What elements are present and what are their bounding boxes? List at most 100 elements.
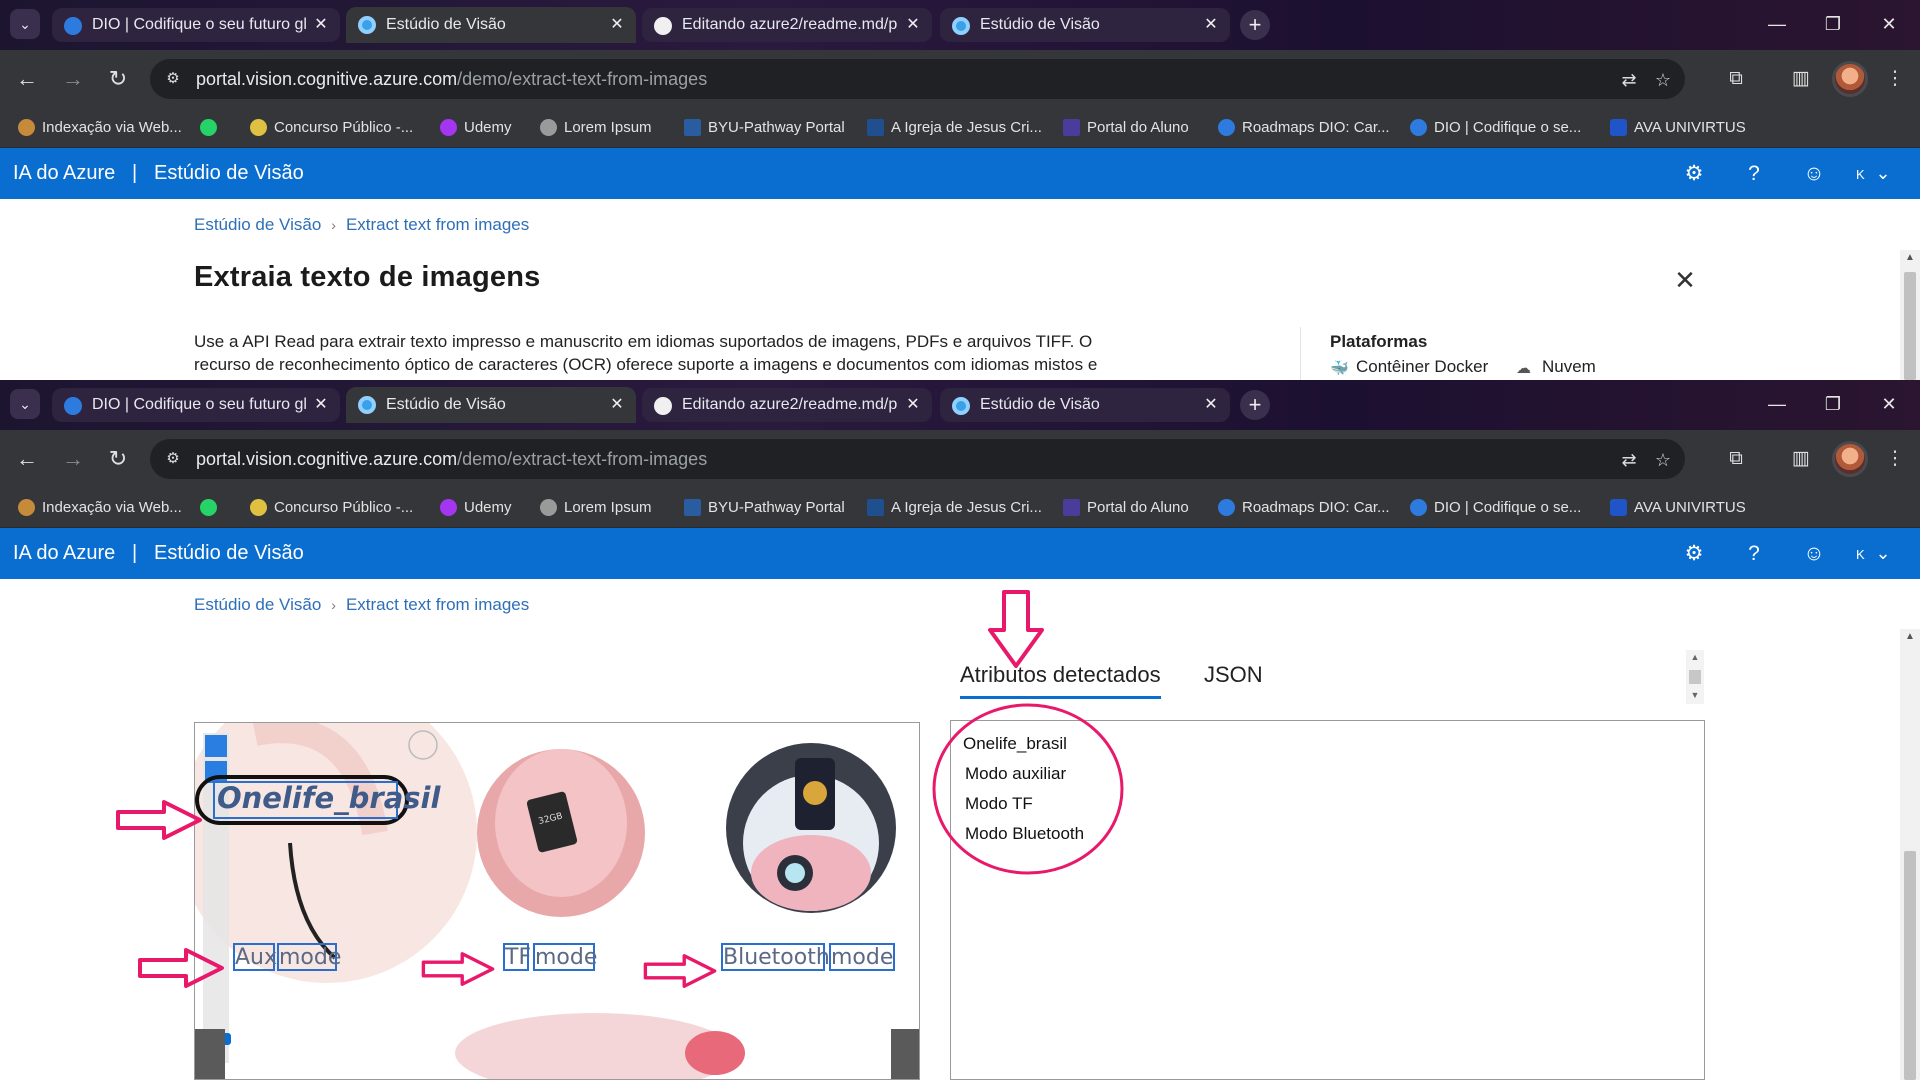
- help-icon[interactable]: ?: [1740, 160, 1768, 188]
- bookmark[interactable]: A Igreja de Jesus Cri...: [867, 108, 1042, 148]
- tab-json[interactable]: JSON: [1204, 662, 1263, 688]
- tabs-scrollbar[interactable]: ▲ ▼: [1686, 650, 1704, 704]
- menu-icon[interactable]: ⋮: [1880, 64, 1910, 94]
- bookmark[interactable]: BYU-Pathway Portal: [684, 488, 845, 528]
- scroll-up-icon[interactable]: ▲: [1900, 252, 1920, 263]
- side-panel-icon[interactable]: ▥: [1786, 64, 1816, 94]
- close-icon[interactable]: ✕: [606, 387, 628, 423]
- star-icon[interactable]: ☆: [1650, 447, 1676, 473]
- bookmark-icon: [250, 119, 267, 136]
- menu-icon[interactable]: ⋮: [1880, 444, 1910, 474]
- close-icon[interactable]: ✕: [1672, 267, 1698, 293]
- close-icon[interactable]: ✕: [606, 7, 628, 43]
- bookmark[interactable]: Indexação via Web...: [18, 108, 182, 148]
- tab-estudio-2[interactable]: Estúdio de Visão ✕: [940, 388, 1230, 422]
- star-icon[interactable]: ☆: [1650, 67, 1676, 93]
- breadcrumb-current[interactable]: Extract text from images: [346, 595, 529, 614]
- bookmark[interactable]: AVA UNIVIRTUS: [1610, 108, 1746, 148]
- back-icon[interactable]: ←: [12, 64, 42, 94]
- close-icon[interactable]: ✕: [1200, 388, 1222, 422]
- gear-icon[interactable]: ⚙: [1680, 160, 1708, 188]
- address-bar[interactable]: ⚙ portal.vision.cognitive.azure.com/demo…: [150, 59, 1685, 99]
- bookmark[interactable]: DIO | Codifique o se...: [1410, 108, 1581, 148]
- new-tab-button[interactable]: +: [1240, 10, 1270, 40]
- studio-link[interactable]: Estúdio de Visão: [154, 528, 304, 579]
- bookmark[interactable]: Portal do Aluno: [1063, 108, 1189, 148]
- reload-icon[interactable]: ↻: [103, 64, 133, 94]
- site-settings-icon[interactable]: ⚙: [162, 448, 184, 470]
- user-menu[interactable]: K ⌄: [1856, 528, 1891, 580]
- tab-github[interactable]: Editando azure2/readme.md/pr ✕: [642, 8, 932, 42]
- extensions-icon[interactable]: ⧉: [1721, 64, 1751, 94]
- tab-dio[interactable]: DIO | Codifique o seu futuro global ✕: [52, 388, 340, 422]
- scroll-thumb[interactable]: [1904, 272, 1916, 380]
- feedback-smiley-icon[interactable]: ☺: [1800, 540, 1828, 568]
- brand-link[interactable]: IA do Azure: [13, 528, 115, 579]
- minimize-icon[interactable]: —: [1754, 9, 1800, 39]
- translate-icon[interactable]: ⇄: [1616, 447, 1642, 473]
- translate-icon[interactable]: ⇄: [1616, 67, 1642, 93]
- bookmark[interactable]: Udemy: [440, 488, 512, 528]
- forward-icon[interactable]: →: [58, 64, 88, 94]
- bookmark[interactable]: DIO | Codifique o se...: [1410, 488, 1581, 528]
- close-window-icon[interactable]: ✕: [1866, 9, 1912, 39]
- feedback-smiley-icon[interactable]: ☺: [1800, 160, 1828, 188]
- forward-icon[interactable]: →: [58, 444, 88, 474]
- page-scrollbar[interactable]: ▲: [1900, 629, 1920, 1080]
- brand-link[interactable]: IA do Azure: [13, 148, 115, 199]
- bookmark[interactable]: Concurso Público -...: [250, 488, 413, 528]
- close-icon[interactable]: ✕: [310, 8, 332, 42]
- new-tab-button[interactable]: +: [1240, 390, 1270, 420]
- studio-link[interactable]: Estúdio de Visão: [154, 148, 304, 199]
- bookmark[interactable]: Lorem Ipsum: [540, 488, 652, 528]
- bookmark[interactable]: Udemy: [440, 108, 512, 148]
- page-scrollbar[interactable]: ▲: [1900, 250, 1920, 380]
- side-panel-icon[interactable]: ▥: [1786, 444, 1816, 474]
- tab-detected-attributes[interactable]: Atributos detectados: [960, 662, 1161, 699]
- close-icon[interactable]: ✕: [902, 8, 924, 42]
- breadcrumb-current[interactable]: Extract text from images: [346, 215, 529, 234]
- restore-icon[interactable]: ❐: [1810, 9, 1856, 39]
- breadcrumb-root[interactable]: Estúdio de Visão: [194, 215, 321, 234]
- bookmark-whatsapp[interactable]: [200, 488, 224, 528]
- bookmark[interactable]: BYU-Pathway Portal: [684, 108, 845, 148]
- bookmark[interactable]: Portal do Aluno: [1063, 488, 1189, 528]
- tab-search-button[interactable]: ⌄: [10, 9, 40, 39]
- tab-estudio-2[interactable]: Estúdio de Visão ✕: [940, 8, 1230, 42]
- user-menu[interactable]: K ⌄: [1856, 148, 1891, 200]
- minimize-icon[interactable]: —: [1754, 389, 1800, 419]
- dio-icon: [1410, 499, 1427, 516]
- breadcrumb-root[interactable]: Estúdio de Visão: [194, 595, 321, 614]
- reload-icon[interactable]: ↻: [103, 444, 133, 474]
- tab-search-button[interactable]: ⌄: [10, 389, 40, 419]
- tab-github[interactable]: Editando azure2/readme.md/pr ✕: [642, 388, 932, 422]
- tab-estudio-active[interactable]: Estúdio de Visão ✕: [346, 7, 636, 43]
- dio-icon: [64, 397, 82, 415]
- bookmark[interactable]: Indexação via Web...: [18, 488, 182, 528]
- breadcrumb: Estúdio de Visão › Extract text from image…: [194, 595, 529, 615]
- back-icon[interactable]: ←: [12, 444, 42, 474]
- close-icon[interactable]: ✕: [1200, 8, 1222, 42]
- close-icon[interactable]: ✕: [902, 388, 924, 422]
- bookmark[interactable]: Roadmaps DIO: Car...: [1218, 488, 1390, 528]
- bookmark[interactable]: Concurso Público -...: [250, 108, 413, 148]
- restore-icon[interactable]: ❐: [1810, 389, 1856, 419]
- bookmark[interactable]: AVA UNIVIRTUS: [1610, 488, 1746, 528]
- bookmark[interactable]: A Igreja de Jesus Cri...: [867, 488, 1042, 528]
- close-window-icon[interactable]: ✕: [1866, 389, 1912, 419]
- gear-icon[interactable]: ⚙: [1680, 540, 1708, 568]
- scroll-thumb[interactable]: [1904, 851, 1916, 1080]
- bookmark[interactable]: Roadmaps DIO: Car...: [1218, 108, 1390, 148]
- help-icon[interactable]: ?: [1740, 540, 1768, 568]
- scroll-up-icon[interactable]: ▲: [1900, 631, 1920, 642]
- close-icon[interactable]: ✕: [310, 388, 332, 422]
- profile-avatar[interactable]: [1832, 61, 1868, 97]
- extensions-icon[interactable]: ⧉: [1721, 444, 1751, 474]
- tab-estudio-active[interactable]: Estúdio de Visão ✕: [346, 387, 636, 423]
- address-bar[interactable]: ⚙ portal.vision.cognitive.azure.com/demo…: [150, 439, 1685, 479]
- site-settings-icon[interactable]: ⚙: [162, 68, 184, 90]
- bookmark-whatsapp[interactable]: [200, 108, 224, 148]
- bookmark[interactable]: Lorem Ipsum: [540, 108, 652, 148]
- profile-avatar[interactable]: [1832, 441, 1868, 477]
- tab-dio[interactable]: DIO | Codifique o seu futuro global ✕: [52, 8, 340, 42]
